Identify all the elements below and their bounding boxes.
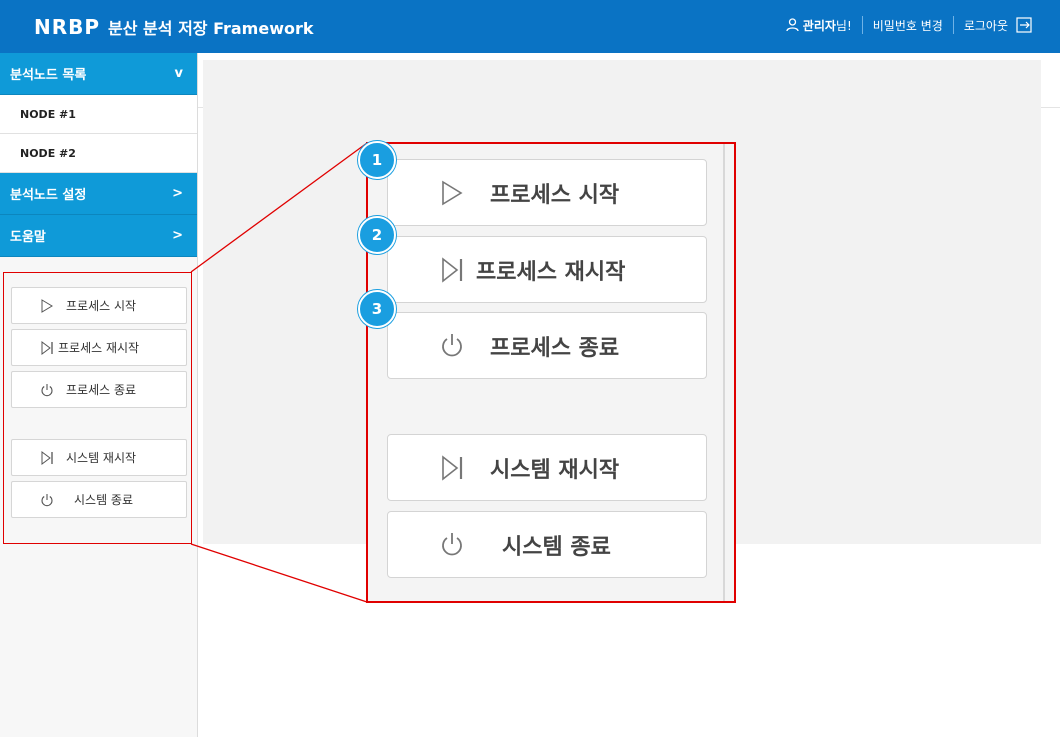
user-name: 관리자 (802, 18, 836, 33)
process-stop-label: 프로세스 종료 (66, 383, 137, 397)
chevron-down-icon: v (174, 66, 183, 81)
app-title: 분산 분석 저장 Framework (108, 19, 314, 38)
restart-icon (442, 256, 463, 283)
divider (952, 16, 954, 34)
system-stop-button-large[interactable]: 시스템 종료 (387, 511, 707, 578)
logo[interactable]: NRBP 분산 분석 저장 Framework (34, 13, 314, 41)
process-stop-label-large: 프로세스 종료 (490, 335, 620, 361)
chevron-right-icon: > (172, 186, 183, 201)
power-icon (41, 383, 53, 396)
restart-icon (41, 450, 53, 465)
process-start-label-large: 프로세스 시작 (490, 182, 620, 208)
system-restart-label: 시스템 재시작 (66, 451, 137, 465)
sidebar-item-node-1[interactable]: NODE #1 (0, 95, 197, 134)
logout-link[interactable]: 로그아웃 (964, 17, 1008, 34)
user-icon (786, 18, 799, 32)
system-restart-button[interactable]: 시스템 재시작 (11, 439, 187, 476)
system-restart-button-large[interactable]: 시스템 재시작 (387, 434, 707, 501)
system-stop-button[interactable]: 시스템 종료 (11, 481, 187, 518)
process-start-label: 프로세스 시작 (66, 299, 137, 313)
power-icon (442, 333, 462, 356)
divider (723, 144, 725, 601)
menu-help[interactable]: 도움말 > (0, 215, 197, 257)
menu-help-label: 도움말 (10, 230, 46, 245)
system-restart-label-large: 시스템 재시작 (490, 457, 620, 483)
logout-icon[interactable] (1016, 17, 1034, 33)
system-stop-label-large: 시스템 종료 (502, 534, 611, 560)
change-password-link[interactable]: 비밀번호 변경 (873, 17, 943, 34)
brand-logo: NRBP (34, 15, 101, 39)
menu-node-settings[interactable]: 분석노드 설정 > (0, 173, 197, 215)
callout-1: 1 (358, 141, 396, 179)
play-icon (442, 180, 463, 205)
sidebar-item-node-2[interactable]: NODE #2 (0, 134, 197, 173)
process-start-button-large[interactable]: 프로세스 시작 (387, 159, 707, 226)
process-stop-button[interactable]: 프로세스 종료 (11, 371, 187, 408)
process-stop-button-large[interactable]: 프로세스 종료 (387, 312, 707, 379)
user-suffix: 님! (835, 18, 852, 33)
process-restart-label-large: 프로세스 재시작 (476, 259, 626, 285)
divider (861, 16, 863, 34)
restart-icon (442, 454, 463, 481)
process-start-button[interactable]: 프로세스 시작 (11, 287, 187, 324)
menu-node-list-label: 분석노드 목록 (10, 68, 87, 83)
process-restart-label: 프로세스 재시작 (58, 341, 140, 355)
process-restart-button[interactable]: 프로세스 재시작 (11, 329, 187, 366)
callout-3: 3 (358, 290, 396, 328)
app-page: NRBP 분산 분석 저장 Framework 관리자 님! 비밀번호 변경 로… (0, 0, 1060, 737)
control-panel: 프로세스 시작 프로세스 재시작 프로세스 종료 시스템 재시작 시스템 종료 (3, 272, 192, 544)
play-icon (41, 298, 53, 313)
system-stop-label: 시스템 종료 (74, 493, 134, 507)
restart-icon (41, 340, 53, 355)
zoom-panel: 프로세스 시작 프로세스 재시작 프로세스 종료 시스템 재시작 시스템 종료 (366, 142, 736, 603)
header-bar: NRBP 분산 분석 저장 Framework 관리자 님! 비밀번호 변경 로… (0, 0, 1060, 53)
process-restart-button-large[interactable]: 프로세스 재시작 (387, 236, 707, 303)
menu-node-list[interactable]: 분석노드 목록 v (0, 53, 197, 95)
power-icon (442, 532, 462, 555)
menu-node-settings-label: 분석노드 설정 (10, 188, 87, 203)
power-icon (41, 493, 53, 506)
chevron-right-icon: > (172, 228, 183, 243)
callout-2: 2 (358, 216, 396, 254)
user-nav: 관리자 님! 비밀번호 변경 로그아웃 (786, 16, 1034, 34)
